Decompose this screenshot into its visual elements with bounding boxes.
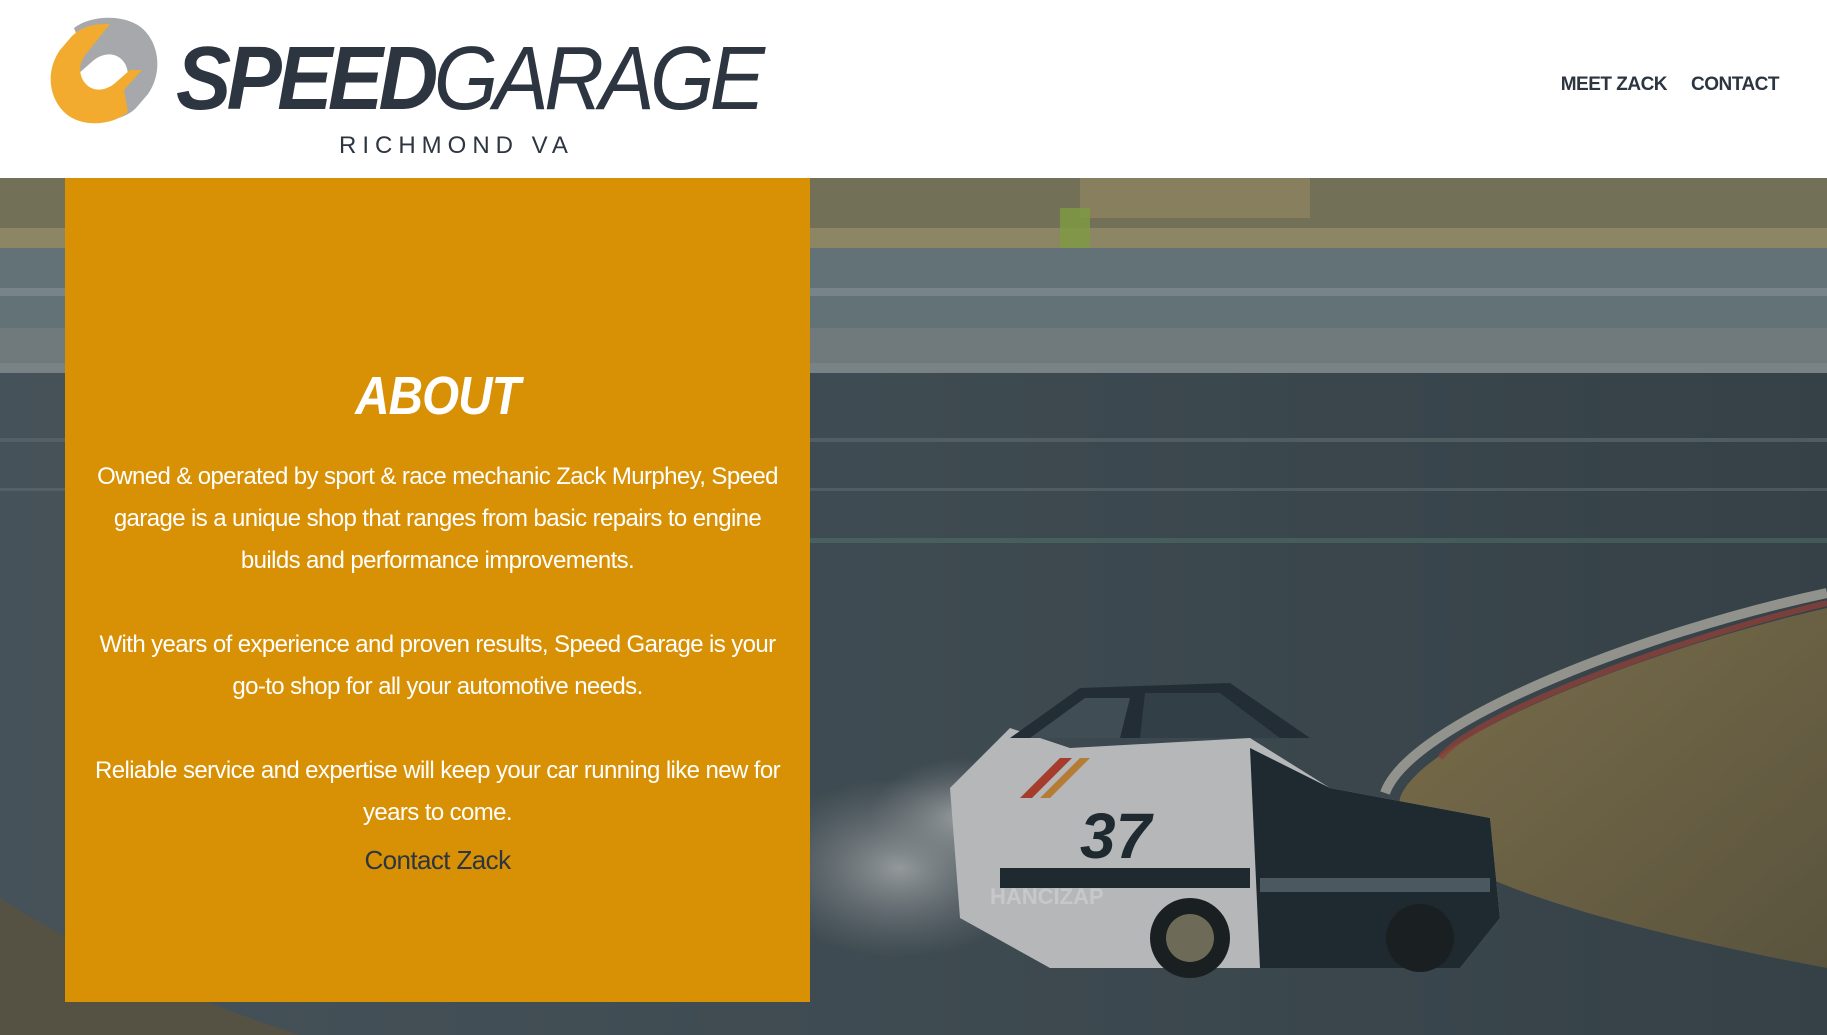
nav-meet-zack[interactable]: MEET ZACK (1561, 74, 1668, 96)
about-paragraph-3: Reliable service and expertise will keep… (94, 757, 781, 826)
contact-zack-link[interactable]: Contact Zack (65, 845, 810, 876)
logo-location: RICHMOND VA (339, 132, 574, 159)
speed-garage-logo-mark-icon (50, 17, 158, 124)
site-header: SPEEDGARAGE RICHMOND VA MEET ZACK CONTAC… (0, 0, 1827, 178)
logo-word-garage: GARAGE (433, 29, 765, 129)
logo-word-speed: SPEED (176, 29, 438, 129)
nav-contact[interactable]: CONTACT (1691, 74, 1779, 96)
about-paragraph-2: With years of experience and proven resu… (99, 631, 776, 700)
about-panel: ABOUT Owned & operated by sport & race m… (65, 178, 810, 1002)
about-paragraph-1: Owned & operated by sport & race mechani… (97, 463, 778, 574)
main-nav: MEET ZACK CONTACT (1561, 74, 1780, 96)
logo-wordmark: SPEEDGARAGE (176, 34, 765, 124)
about-body: Owned & operated by sport & race mechani… (85, 456, 790, 834)
about-title: ABOUT (355, 366, 520, 426)
site-logo[interactable]: SPEEDGARAGE RICHMOND VA (44, 16, 765, 164)
